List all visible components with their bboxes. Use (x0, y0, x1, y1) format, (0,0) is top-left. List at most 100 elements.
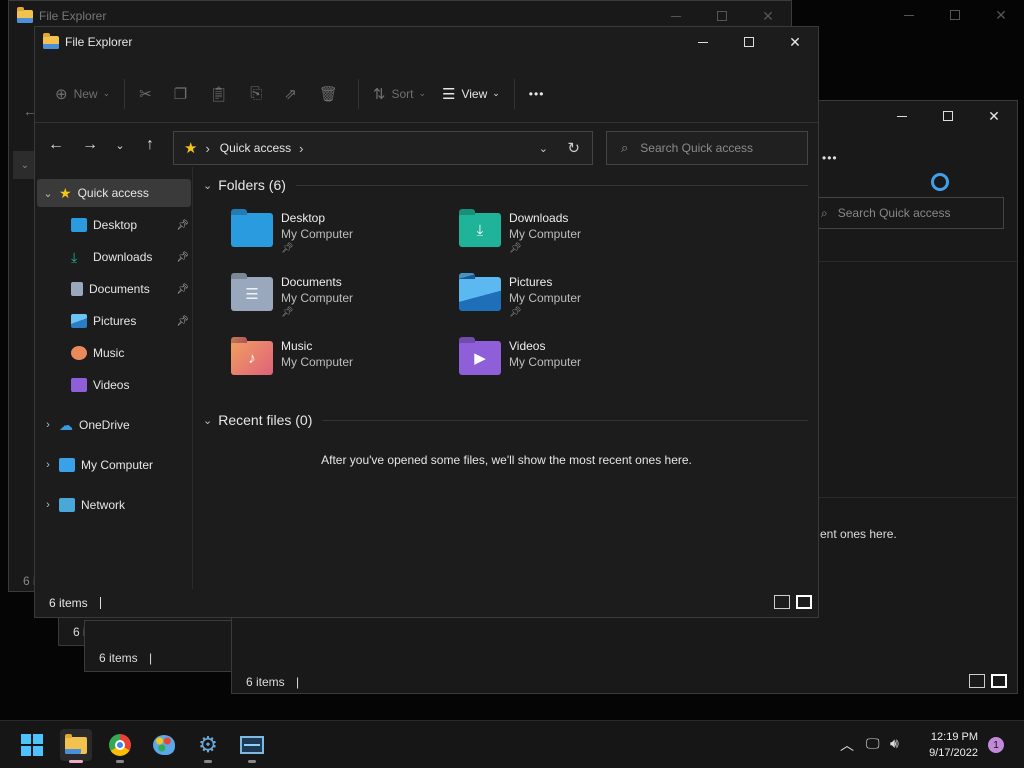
folder-location: My Computer (281, 291, 354, 305)
background-view-buttons (969, 674, 1007, 688)
music-icon (71, 346, 87, 360)
sidebar-item-quick-access[interactable]: ⌄ ★ Quick access (37, 179, 191, 207)
folder-location: My Computer (509, 227, 582, 241)
folder-tile-music[interactable]: ♪ Music My Computer (231, 339, 451, 399)
tiles-view-button[interactable] (796, 595, 812, 609)
window-controls: ✕ (680, 27, 818, 57)
recent-empty-message: After you've opened some files, we'll sh… (321, 453, 692, 467)
forward-button[interactable]: → (75, 136, 105, 154)
recent-locations-button[interactable]: ⌄ (105, 136, 135, 154)
sidebar-item-documents[interactable]: Documents 📌︎ (37, 275, 191, 303)
taskbar: ⚙ ︿ 🖵︎ 🔊︎ 12:19 PM 9/17/2022 1 (0, 720, 1024, 768)
background-window-title: File Explorer (39, 9, 107, 23)
maximize-button[interactable] (726, 27, 772, 57)
share-button[interactable]: ⇗ (276, 78, 311, 110)
close-button[interactable]: ✕ (772, 27, 818, 57)
loading-spinner-icon (931, 173, 949, 191)
breadcrumb-chevron-icon[interactable]: › (299, 141, 303, 156)
folder-location: My Computer (509, 291, 582, 305)
pin-icon: 📌︎ (176, 283, 189, 295)
background-window-controls-4: ✕ (879, 101, 1017, 131)
background-empty-message: ent ones here. (820, 527, 897, 541)
clock-time: 12:19 PM (930, 731, 978, 743)
maximize-icon (744, 37, 754, 47)
notification-badge[interactable]: 1 (988, 737, 1004, 753)
folder-tile-downloads[interactable]: ⤓ Downloads My Computer 📌︎ (459, 211, 679, 271)
taskbar-monitor-app[interactable] (236, 729, 268, 763)
background-status-count: 6 items | (246, 675, 300, 689)
chevron-right-icon[interactable]: › (37, 419, 59, 431)
background-divider (812, 497, 1017, 498)
folder-tile-desktop[interactable]: Desktop My Computer 📌︎ (231, 211, 451, 271)
sidebar-item-downloads[interactable]: ⤓ Downloads 📌︎ (37, 243, 191, 271)
volume-icon[interactable]: 🔊︎ (890, 735, 899, 752)
picture-icon (71, 314, 87, 328)
sort-button[interactable]: ⇅ Sort ⌄ (365, 78, 434, 110)
minimize-icon (886, 0, 932, 30)
chevron-down-icon: ⌄ (102, 88, 111, 98)
up-button[interactable]: ↑ (135, 136, 165, 154)
video-icon (71, 378, 87, 392)
delete-button[interactable]: 🗑︎ (311, 78, 352, 110)
sidebar-item-music[interactable]: Music (37, 339, 191, 367)
sidebar-item-label: Network (81, 498, 126, 512)
new-button[interactable]: ⊕ New ⌄ (47, 78, 118, 110)
sidebar-item-onedrive[interactable]: › ☁ OneDrive (37, 411, 191, 439)
chevron-down-icon[interactable]: ⌄ (37, 187, 59, 200)
sidebar-item-label: Videos (93, 378, 130, 392)
recent-section-header[interactable]: ⌄ Recent files (0) (203, 412, 809, 428)
taskbar-chrome[interactable] (104, 729, 136, 763)
details-view-button[interactable] (774, 595, 790, 609)
computer-icon (59, 458, 75, 472)
download-icon: ⤓ (71, 248, 78, 265)
rename-button[interactable]: ⎘ (242, 78, 276, 110)
folder-tile-videos[interactable]: ▶ Videos My Computer (459, 339, 679, 399)
chevron-down-icon: ⌄ (492, 88, 500, 98)
address-dropdown-icon[interactable]: ⌄ (539, 142, 548, 155)
view-button[interactable]: ☰ View ⌄ (434, 78, 508, 110)
clipboard-icon: 📋︎ (209, 85, 229, 103)
pin-icon: 📌︎ (176, 219, 189, 231)
sidebar-item-pictures[interactable]: Pictures 📌︎ (37, 307, 191, 335)
music-note-icon: ♪ (248, 349, 256, 367)
minimize-icon (879, 101, 925, 131)
start-button[interactable] (16, 729, 48, 761)
sidebar-item-label: OneDrive (79, 418, 130, 432)
folder-tile-documents[interactable]: ☰ Documents My Computer 📌︎ (231, 275, 451, 335)
search-input[interactable]: ⌕ Search Quick access (606, 131, 808, 165)
breadcrumb-quick-access[interactable]: Quick access (220, 141, 291, 155)
running-indicator (248, 760, 256, 763)
copy-button[interactable]: ❐ (166, 78, 201, 110)
chevron-down-icon[interactable]: ⌄ (203, 179, 212, 192)
scissors-icon: ✂ (139, 85, 152, 103)
network-status-icon[interactable]: 🖵︎ (866, 735, 880, 752)
search-placeholder: Search Quick access (640, 141, 753, 155)
sidebar-item-network[interactable]: › Network (37, 491, 191, 519)
taskbar-paint[interactable] (148, 729, 180, 761)
sidebar-item-videos[interactable]: Videos (37, 371, 191, 399)
chevron-down-icon[interactable]: ⌄ (203, 414, 212, 427)
back-arrow-icon: ← (48, 136, 64, 153)
sidebar-item-desktop[interactable]: Desktop 📌︎ (37, 211, 191, 239)
toolbar-divider (357, 78, 359, 109)
refresh-icon[interactable]: ↻ (567, 139, 580, 157)
sidebar-item-my-computer[interactable]: › My Computer (37, 451, 191, 479)
document-lines-icon: ☰ (245, 286, 259, 303)
show-hidden-icons-chevron-icon[interactable]: ︿ (840, 735, 854, 755)
taskbar-file-explorer[interactable] (60, 729, 92, 763)
taskbar-settings[interactable]: ⚙ (192, 729, 224, 763)
more-options-button[interactable]: ••• (521, 78, 553, 110)
folders-section-header[interactable]: ⌄ Folders (6) (203, 177, 808, 193)
copy-icon: ❐ (173, 85, 188, 103)
pin-icon: 📌︎ (281, 307, 294, 318)
address-bar[interactable]: ★ › Quick access › ⌄ ↻ (173, 131, 593, 165)
system-clock[interactable]: 12:19 PM 9/17/2022 (929, 729, 978, 761)
chevron-right-icon[interactable]: › (37, 459, 59, 471)
back-button[interactable]: ← (41, 136, 71, 154)
minimize-button[interactable] (680, 27, 726, 57)
cut-button[interactable]: ✂ (131, 78, 166, 110)
paste-button[interactable]: 📋︎ (201, 78, 242, 110)
minimize-icon (698, 41, 708, 43)
folder-tile-pictures[interactable]: Pictures My Computer 📌︎ (459, 275, 679, 335)
chevron-right-icon[interactable]: › (37, 499, 59, 511)
